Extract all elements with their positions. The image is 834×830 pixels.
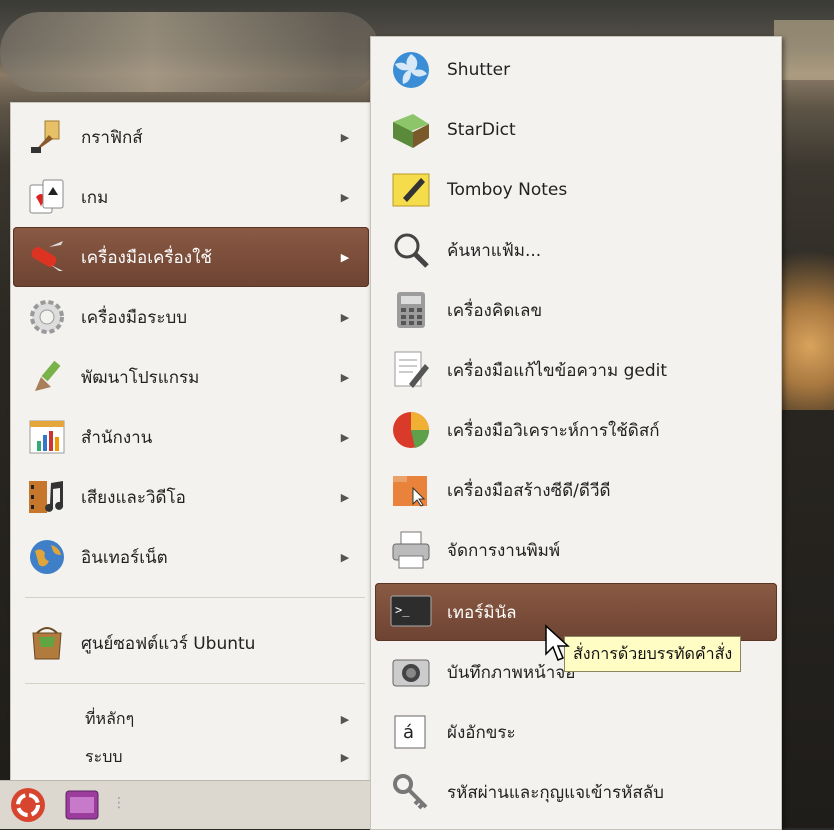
printer-icon [387, 526, 435, 574]
games-icon [25, 175, 69, 219]
submenu-item-passwords-keys[interactable]: รหัสผ่านและกุญแจเข้ารหัสลับ [375, 763, 777, 821]
system-tools-icon [25, 295, 69, 339]
submenu-item-cd-burner[interactable]: เครื่องมือสร้างซีดี/ดีวีดี [375, 461, 777, 519]
software-center-icon [25, 621, 69, 665]
menu-item-office[interactable]: สำนักงาน ▶ [13, 407, 369, 467]
shutter-icon [387, 46, 435, 94]
mouse-cursor-icon [545, 624, 570, 661]
panel-drag-handle[interactable]: ⋮ [112, 795, 126, 811]
menu-item-label: ศูนย์ซอฟต์แวร์ Ubuntu [81, 633, 256, 654]
submenu-item-search-files[interactable]: ค้นหาแฟ้ม... [375, 221, 777, 279]
menu-item-internet[interactable]: อินเทอร์เน็ต ▶ [13, 527, 369, 587]
camera-icon [387, 648, 435, 696]
submenu-item-terminal[interactable]: >_ เทอร์มินัล [375, 583, 777, 641]
terminal-icon: >_ [387, 588, 435, 636]
submenu-item-label: เครื่องมือแก้ไขข้อความ gedit [447, 360, 667, 381]
calculator-icon [387, 286, 435, 334]
submenu-item-label: Tomboy Notes [447, 180, 568, 200]
keys-icon [387, 768, 435, 816]
submenu-item-tomboy[interactable]: Tomboy Notes [375, 161, 777, 219]
menu-item-system[interactable]: ระบบ ▶ [13, 739, 369, 775]
menu-item-places[interactable]: ที่หลักๆ ▶ [13, 701, 369, 737]
submenu-item-label: รหัสผ่านและกุญแจเข้ารหัสลับ [447, 782, 664, 803]
menu-item-label: สำนักงาน [81, 427, 153, 448]
submenu-arrow-icon: ▶ [340, 250, 350, 264]
accessories-submenu: Shutter StarDict Tomboy Notes ค้นหาแฟ้ม.… [370, 36, 782, 830]
menu-item-label: เสียงและวิดีโอ [81, 487, 186, 508]
submenu-item-label: ค้นหาแฟ้ม... [447, 240, 542, 261]
submenu-item-print-manager[interactable]: จัดการงานพิมพ์ [375, 521, 777, 579]
submenu-arrow-icon: ▶ [340, 310, 350, 324]
submenu-item-character-map[interactable]: á ผังอักขระ [375, 703, 777, 761]
submenu-item-gedit[interactable]: เครื่องมือแก้ไขข้อความ gedit [375, 341, 777, 399]
menu-item-label: พัฒนาโปรแกรม [81, 367, 200, 388]
menu-item-games[interactable]: เกม ▶ [13, 167, 369, 227]
applications-menu: กราฟิกส์ ▶ เกม ▶ เครื่องมือเครื่องใช้ ▶ … [10, 102, 372, 782]
submenu-item-label: ผังอักขระ [447, 722, 516, 743]
menu-logo-icon [11, 788, 45, 822]
sound-video-icon [25, 475, 69, 519]
submenu-arrow-icon: ▶ [340, 712, 350, 726]
menu-separator [25, 597, 365, 598]
submenu-item-label: Shutter [447, 60, 511, 80]
desktop-icon [65, 790, 99, 820]
submenu-item-calculator[interactable]: เครื่องคิดเลข [375, 281, 777, 339]
programming-icon [25, 355, 69, 399]
graphics-icon [25, 115, 69, 159]
text-editor-icon [387, 346, 435, 394]
menu-item-graphics[interactable]: กราฟิกส์ ▶ [13, 107, 369, 167]
menu-separator [25, 683, 365, 684]
menu-item-label: อินเทอร์เน็ต [81, 547, 168, 568]
tooltip: สั่งการด้วยบรรทัดคำสั่ง [564, 636, 742, 672]
menu-item-software-center[interactable]: ศูนย์ซอฟต์แวร์ Ubuntu [13, 613, 369, 673]
main-menu-button[interactable] [8, 785, 48, 829]
accessories-icon [25, 235, 69, 279]
menu-item-label: ระบบ [85, 746, 123, 766]
submenu-arrow-icon: ▶ [340, 430, 350, 444]
svg-text:á: á [403, 722, 414, 743]
submenu-item-disk-usage[interactable]: เครื่องมือวิเคราะห์การใช้ดิสก์ [375, 401, 777, 459]
menu-item-programming[interactable]: พัฒนาโปรแกรม ▶ [13, 347, 369, 407]
bottom-panel: ⋮ [0, 780, 370, 829]
stardict-icon [387, 106, 435, 154]
submenu-arrow-icon: ▶ [340, 490, 350, 504]
menu-item-label: กราฟิกส์ [81, 127, 143, 148]
submenu-item-label: เครื่องคิดเลข [447, 300, 543, 321]
submenu-item-shutter[interactable]: Shutter [375, 41, 777, 99]
submenu-item-label: เทอร์มินัล [447, 602, 517, 623]
menu-item-label: ที่หลักๆ [85, 708, 135, 728]
menu-item-label: เกม [81, 187, 109, 208]
character-map-icon: á [387, 708, 435, 756]
internet-icon [25, 535, 69, 579]
office-icon [25, 415, 69, 459]
submenu-item-label: เครื่องมือวิเคราะห์การใช้ดิสก์ [447, 420, 660, 441]
menu-item-label: เครื่องมือเครื่องใช้ [81, 247, 212, 268]
submenu-item-label: เครื่องมือสร้างซีดี/ดีวีดี [447, 480, 611, 501]
submenu-arrow-icon: ▶ [340, 190, 350, 204]
submenu-arrow-icon: ▶ [340, 130, 350, 144]
menu-item-system-tools[interactable]: เครื่องมือระบบ ▶ [13, 287, 369, 347]
disk-usage-icon [387, 406, 435, 454]
submenu-arrow-icon: ▶ [340, 750, 350, 764]
submenu-item-label: StarDict [447, 120, 516, 140]
menu-item-sound-video[interactable]: เสียงและวิดีโอ ▶ [13, 467, 369, 527]
svg-text:>_: >_ [395, 603, 410, 617]
cd-burner-icon [387, 466, 435, 514]
menu-item-label: เครื่องมือระบบ [81, 307, 188, 328]
submenu-item-label: จัดการงานพิมพ์ [447, 540, 561, 561]
submenu-arrow-icon: ▶ [340, 370, 350, 384]
search-icon [387, 226, 435, 274]
tomboy-icon [387, 166, 435, 214]
submenu-arrow-icon: ▶ [340, 550, 350, 564]
menu-item-accessories[interactable]: เครื่องมือเครื่องใช้ ▶ [13, 227, 369, 287]
submenu-item-stardict[interactable]: StarDict [375, 101, 777, 159]
show-desktop-button[interactable] [64, 789, 100, 825]
